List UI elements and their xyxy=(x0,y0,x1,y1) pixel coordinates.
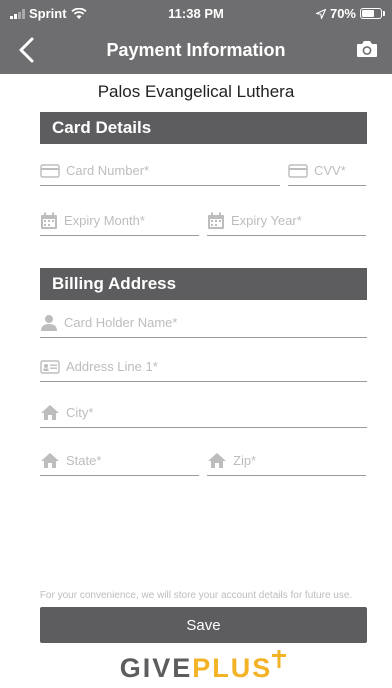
calendar-icon xyxy=(41,212,57,229)
card-details-header: Card Details xyxy=(40,112,367,144)
address-input[interactable] xyxy=(66,359,367,374)
billing-address-header: Billing Address xyxy=(40,268,367,300)
zip-field[interactable] xyxy=(207,446,366,476)
nav-bar: Payment Information xyxy=(0,30,392,70)
card-number-field[interactable] xyxy=(40,156,280,186)
location-arrow-icon xyxy=(315,8,326,19)
expiry-year-input[interactable] xyxy=(231,213,366,228)
battery-icon xyxy=(360,8,385,19)
expiry-month-input[interactable] xyxy=(64,213,199,228)
city-input[interactable] xyxy=(66,405,367,420)
person-icon xyxy=(41,314,57,331)
battery-fill xyxy=(362,10,374,17)
state-input[interactable] xyxy=(66,453,199,468)
logo-give: GIVE xyxy=(119,653,193,683)
logo-wordmark: GIVEPLUS xyxy=(119,650,287,686)
battery-percent: 70% xyxy=(329,6,356,21)
address-field[interactable] xyxy=(40,352,367,382)
camera-icon[interactable] xyxy=(356,39,378,59)
card-number-input[interactable] xyxy=(66,163,280,178)
state-field[interactable] xyxy=(40,446,199,476)
city-field[interactable] xyxy=(40,398,367,428)
address-card-icon xyxy=(40,359,60,374)
zip-input[interactable] xyxy=(233,453,366,468)
home-icon xyxy=(41,405,59,420)
church-name: Palos Evangelical Luthera xyxy=(97,82,295,101)
card-holder-input[interactable] xyxy=(64,315,367,330)
expiry-month-field[interactable] xyxy=(40,206,199,236)
home-icon xyxy=(41,453,59,468)
storage-note: For your convenience, we will store your… xyxy=(39,590,353,601)
credit-card-icon xyxy=(40,163,60,178)
logo-plus: PLUS xyxy=(192,653,273,683)
page-title: Payment Information xyxy=(106,40,286,60)
giveplus-logo: GIVEPLUS xyxy=(0,650,392,686)
home-icon xyxy=(208,453,226,468)
plus-cross-icon xyxy=(272,650,287,668)
calendar-icon xyxy=(208,212,224,229)
expiry-year-field[interactable] xyxy=(207,206,366,236)
credit-card-icon xyxy=(288,163,308,178)
battery-group: 70% xyxy=(315,6,385,21)
save-button[interactable]: Save xyxy=(40,607,367,643)
card-holder-field[interactable] xyxy=(40,308,367,338)
top-bar: Sprint 11:38 PM 70% Payment Information xyxy=(0,0,392,74)
cvv-input[interactable] xyxy=(314,163,366,178)
cvv-field[interactable] xyxy=(288,156,366,186)
status-bar: Sprint 11:38 PM 70% xyxy=(0,6,392,24)
